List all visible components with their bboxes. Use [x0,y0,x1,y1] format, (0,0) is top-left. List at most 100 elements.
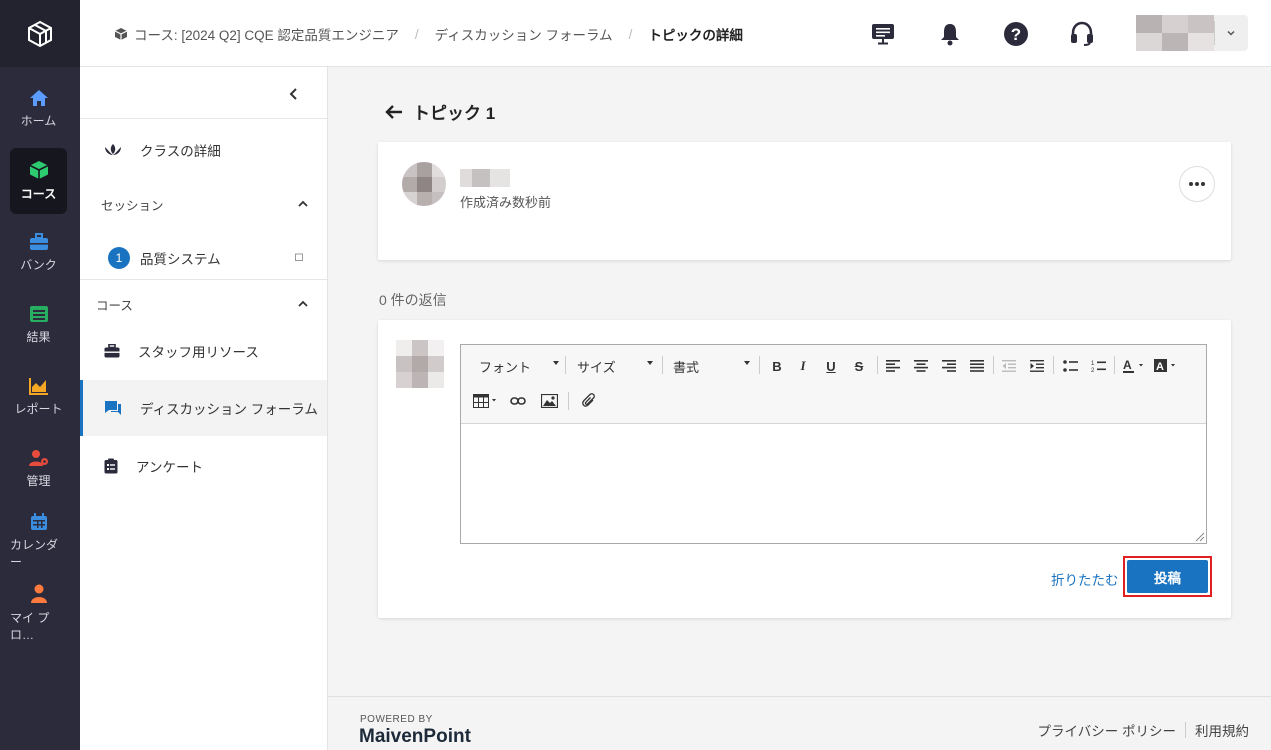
breadcrumb: コース: [2024 Q2] CQE 認定品質エンジニア / ディスカッション … [114,24,743,44]
bullet-list-icon[interactable] [1063,360,1078,372]
sidebar-item-staff-resources[interactable]: スタッフ用リソース [80,323,327,379]
format-select-label: 書式 [673,360,700,375]
nav-label-course: コース [20,187,57,201]
dropdown-caret-icon [744,361,750,365]
toolbar-separator [568,392,569,410]
post-button[interactable]: 投稿 [1127,560,1208,593]
cube-icon [29,161,48,179]
user-gear-icon [28,450,48,466]
bold-button[interactable]: B [767,356,787,376]
nav-bank[interactable]: バンク [10,220,67,286]
nav-profile[interactable]: マイ プロ… [10,580,67,646]
sidebar-label-staff-resources: スタッフ用リソース [138,345,259,360]
home-icon [29,90,48,106]
numbered-list-icon[interactable]: 12 [1091,359,1106,373]
app-logo[interactable] [0,0,80,67]
indent-icon[interactable] [1030,360,1044,372]
rich-text-editor: フォント サイズ 書式 B I U S 12 A A [460,344,1207,544]
dropdown-caret-icon [553,361,559,365]
headset-icon [1071,21,1093,46]
font-select-label: フォント [479,360,532,375]
app-rail: ホーム コース バンク 結果 レポート 管理 カレンダー マイ プロ… [0,0,80,750]
chat-icon [105,401,121,415]
align-right-icon[interactable] [942,360,956,372]
user-menu[interactable] [1136,15,1248,51]
footer-links: プライバシー ポリシー 利用規約 [1038,720,1249,740]
sidebar-label-class-details: クラスの詳細 [140,144,221,159]
link-icon[interactable] [510,396,526,406]
brand-logo: MaivenPoint [359,726,471,747]
nav-label-bank: バンク [20,258,57,272]
collapse-link[interactable]: 折りたたむ [1051,569,1119,589]
small-calendar-icon [295,253,303,261]
chevron-up-icon [298,200,308,207]
topic-title: トピック 1 [413,104,496,123]
clipboard-icon [104,458,118,474]
section-session-title: セッション [101,198,164,213]
editor-toolbar: フォント サイズ 書式 B I U S 12 A A [461,345,1206,424]
nav-label-home: ホーム [20,114,57,128]
svg-text:1: 1 [1091,361,1095,367]
support-button[interactable] [1067,19,1097,49]
nav-course[interactable]: コース [10,148,67,214]
logo-icon [28,20,52,47]
breadcrumb-separator: / [628,26,633,42]
align-justify-icon[interactable] [970,360,984,372]
ellipsis-icon [1189,182,1205,186]
align-center-icon[interactable] [914,360,928,372]
sidebar-item-survey[interactable]: アンケート [80,438,327,494]
underline-button[interactable]: U [821,356,841,376]
divider [80,279,327,280]
sidebar-item-discussion-forum[interactable]: ディスカッション フォーラム [80,380,327,436]
reply-card: フォント サイズ 書式 B I U S 12 A A 折りたたむ 投稿 [378,320,1231,618]
breadcrumb-forum[interactable]: ディスカッション フォーラム [435,24,613,44]
section-session[interactable]: セッション [80,189,327,219]
section-course[interactable]: コース [80,289,327,319]
presentation-button[interactable] [868,19,898,49]
bell-icon [941,24,959,46]
nav-admin[interactable]: 管理 [10,436,67,502]
font-select[interactable]: フォント [479,357,559,376]
breadcrumb-course[interactable]: コース: [2024 Q2] CQE 認定品質エンジニア [134,24,399,44]
nav-report[interactable]: レポート [10,364,67,430]
collapse-chevron-icon[interactable] [285,85,303,103]
toolbar-separator [759,356,760,374]
editor-content-area[interactable] [461,424,1206,543]
my-avatar [396,340,444,388]
outdent-icon[interactable] [1002,360,1016,372]
attachment-icon[interactable] [582,393,596,409]
toolbar-separator [1114,356,1115,374]
terms-link[interactable]: 利用規約 [1195,720,1249,740]
strikethrough-button[interactable]: S [849,356,869,376]
sidebar-item-class-details[interactable]: クラスの詳細 [80,122,327,178]
image-icon[interactable] [541,394,558,408]
briefcase-icon [104,344,120,358]
notification-button[interactable] [935,19,965,49]
text-color-icon[interactable]: A [1123,358,1147,374]
toolbar-separator [1053,356,1054,374]
help-button[interactable]: ? [1001,19,1031,49]
sidebar-label-discussion-forum: ディスカッション フォーラム [140,402,318,417]
powered-by-text: POWERED BY [360,714,433,725]
nav-calendar[interactable]: カレンダー [10,508,67,574]
more-options-button[interactable] [1179,166,1215,202]
arrow-left-icon [385,104,402,119]
highlight-color-icon[interactable]: A [1154,358,1178,374]
back-to-topics[interactable]: トピック 1 [385,99,495,124]
privacy-policy-link[interactable]: プライバシー ポリシー [1038,720,1176,740]
nav-results[interactable]: 結果 [10,292,67,358]
nav-home[interactable]: ホーム [10,76,67,142]
resize-handle-icon[interactable] [1195,532,1205,542]
sidebar-item-session-1[interactable]: 1 品質システム [80,230,327,286]
svg-text:A: A [1156,361,1164,373]
page-footer: POWERED BY MaivenPoint プライバシー ポリシー 利用規約 [328,696,1271,750]
table-icon[interactable] [473,394,499,408]
size-select[interactable]: サイズ [577,357,653,376]
format-select[interactable]: 書式 [673,357,750,376]
chevron-down-icon [1227,30,1235,36]
svg-text:2: 2 [1091,368,1095,373]
created-time: 作成済み数秒前 [460,195,552,210]
italic-button[interactable]: I [793,356,813,376]
align-left-icon[interactable] [886,360,900,372]
top-header: コース: [2024 Q2] CQE 認定品質エンジニア / ディスカッション … [80,0,1271,67]
